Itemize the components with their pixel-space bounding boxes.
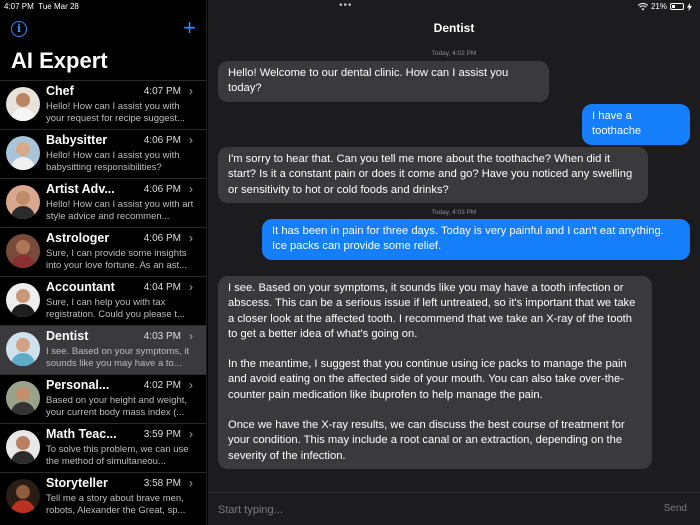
message-user: It has been in pain for three days. Toda… [262,219,690,260]
conversation-sidebar: i + AI Expert Chef 4:07 PM › Hello! How … [0,0,207,525]
plus-icon[interactable]: + [183,17,196,39]
avatar [6,381,40,415]
sidebar-toolbar: i + [0,17,206,42]
avatar [6,136,40,170]
avatar [6,479,40,513]
conversation-item-chef[interactable]: Chef 4:07 PM › Hello! How can I assist y… [0,80,206,129]
conversation-item-dentist[interactable]: Dentist 4:03 PM › I see. Based on your s… [0,325,206,374]
info-icon[interactable]: i [11,21,27,37]
chat-title: Dentist [433,21,475,35]
wifi-icon [637,2,648,10]
chevron-right-icon: › [189,182,193,196]
chevron-right-icon: › [189,280,193,294]
chevron-right-icon: › [189,378,193,392]
message-input[interactable] [218,500,638,520]
bolt-icon [687,2,692,11]
conversation-item-personal-trainer[interactable]: Personal... 4:02 PM › Based on your heig… [0,374,206,423]
conversation-item-math-teacher[interactable]: Math Teac... 3:59 PM › To solve this pro… [0,423,206,472]
conversation-item-accountant[interactable]: Accountant 4:04 PM › Sure, I can help yo… [0,276,206,325]
multitasking-dots[interactable]: ••• [339,0,353,11]
message-list[interactable]: Today, 4:02 PM Hello! Welcome to our den… [208,44,700,492]
battery-percent: 21% [650,2,667,11]
timestamp: Today, 4:02 PM [431,50,477,57]
app-title: AI Expert [11,48,108,73]
conversation-item-astrologer[interactable]: Astrologer 4:06 PM › Sure, I can provide… [0,227,206,276]
message-composer: Send [208,492,700,525]
avatar [6,87,40,121]
status-right: 21% [637,2,692,11]
status-bar: 4:07 PM Tue Mar 28 ••• 21% [0,0,700,14]
conversation-list: Chef 4:07 PM › Hello! How can I assist y… [0,80,206,521]
chevron-right-icon: › [189,427,193,441]
chat-panel: Dentist Today, 4:02 PM Hello! Welcome to… [208,0,700,525]
avatar [6,332,40,366]
message-user: I have a toothache [582,104,690,145]
avatar [6,430,40,464]
conversation-item-storyteller[interactable]: Storyteller 3:58 PM › Tell me a story ab… [0,472,206,521]
conversation-item-artist-advisor[interactable]: Artist Adv... 4:06 PM › Hello! How can I… [0,178,206,227]
timestamp: Today, 4:03 PM [431,209,477,216]
status-time: 4:07 PM Tue Mar 28 [4,2,79,11]
message-ai: I see. Based on your symptoms, it sounds… [218,276,652,469]
chevron-right-icon: › [189,84,193,98]
send-button[interactable]: Send [664,503,687,514]
chevron-right-icon: › [189,133,193,147]
avatar [6,234,40,268]
avatar [6,185,40,219]
chevron-right-icon: › [189,329,193,343]
message-ai: Hello! Welcome to our dental clinic. How… [218,61,549,102]
avatar [6,283,40,317]
message-ai: I'm sorry to hear that. Can you tell me … [218,147,648,203]
battery-icon [670,3,684,10]
chevron-right-icon: › [189,231,193,245]
chevron-right-icon: › [189,476,193,490]
conversation-item-babysitter[interactable]: Babysitter 4:06 PM › Hello! How can I as… [0,129,206,178]
